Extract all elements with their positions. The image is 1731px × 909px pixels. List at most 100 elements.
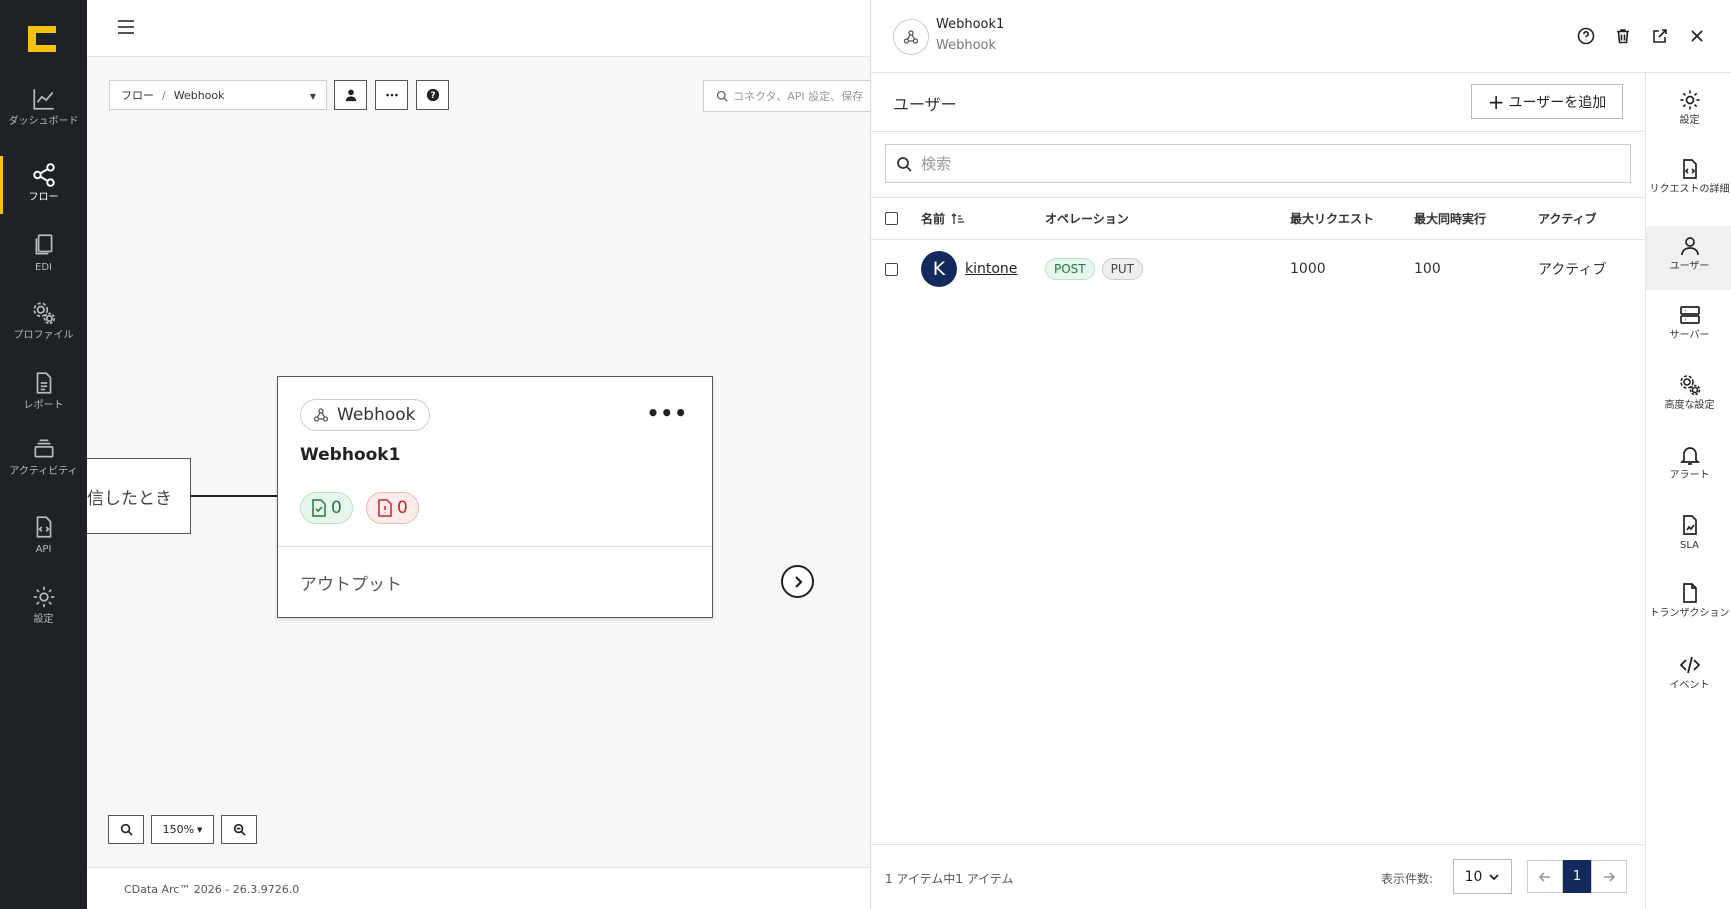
menu-icon[interactable] (118, 20, 134, 34)
per-page-label: 表示件数: (1381, 872, 1434, 886)
chart-document-icon (1682, 515, 1697, 535)
user-name-cell: K kintone (921, 241, 1017, 297)
panel-subtitle: Webhook (936, 38, 997, 53)
nav-item-activity[interactable]: アクティビティ (0, 432, 87, 500)
next-page-button[interactable] (1591, 860, 1627, 893)
activity-icon (33, 439, 54, 458)
nav-item-label: 設定 (33, 614, 54, 625)
row-checkbox[interactable] (885, 262, 898, 276)
nav-item-label: フロー (28, 192, 59, 203)
rail-tab-server[interactable]: サーバー (1646, 295, 1731, 359)
panel-title: Webhook1 (936, 17, 1005, 32)
connector-type-chip: Webhook (300, 399, 431, 431)
operations-cell: POST PUT (1045, 241, 1150, 297)
column-header-operation: オペレーション (1045, 198, 1129, 239)
code-icon (1679, 656, 1700, 674)
user-button[interactable] (334, 80, 367, 110)
top-bar (87, 0, 870, 57)
file-check-icon (312, 499, 326, 517)
chart-line-icon (32, 89, 54, 110)
add-user-button[interactable]: + ユーザーを追加 (1471, 84, 1623, 119)
user-search-input[interactable]: 検索 (885, 144, 1631, 183)
zoom-out-icon (233, 823, 246, 836)
breadcrumb-root[interactable]: フロー (121, 87, 154, 103)
column-header-name[interactable]: 名前 (921, 198, 965, 239)
success-count-badge[interactable]: 0 (300, 492, 353, 524)
trash-icon[interactable] (1613, 26, 1633, 46)
rail-tab-label: アラート (1669, 470, 1710, 481)
zoom-level-select[interactable]: 150% ▼ (151, 815, 214, 844)
document-icon (1682, 583, 1697, 603)
rail-tab-sla[interactable]: SLA (1646, 505, 1731, 569)
gear-icon (33, 586, 54, 608)
breadcrumb-current: Webhook (173, 88, 225, 102)
rail-tab-request-details[interactable]: リクエストの詳細 (1646, 149, 1731, 213)
active-status-cell: アクティブ (1538, 262, 1607, 278)
per-page-select[interactable]: 10 (1453, 859, 1512, 894)
webhook-node[interactable]: Webhook ••• Webhook1 0 0 アウトプット (277, 376, 713, 618)
node-divider (278, 546, 712, 547)
breadcrumb[interactable]: フロー / Webhook ▼ (109, 80, 327, 110)
rail-tab-advanced[interactable]: 高度な設定 (1646, 365, 1731, 429)
rail-tab-label: ユーザー (1669, 261, 1710, 272)
nav-item-flow[interactable]: フロー (0, 156, 87, 226)
node-output-label: アウトプット (300, 575, 402, 595)
help-icon[interactable] (1576, 26, 1596, 46)
column-label: 最大リクエスト (1290, 212, 1375, 226)
nav-item-edi[interactable]: EDI (0, 228, 87, 296)
table-row[interactable]: K kintone POST PUT 1000 100 アクティブ (871, 241, 1645, 297)
rail-tab-transactions[interactable]: トランザクション (1646, 573, 1731, 637)
chevron-down-icon: ▼ (197, 825, 203, 834)
output-port-button[interactable] (781, 565, 814, 598)
select-all-checkbox[interactable] (885, 212, 898, 225)
avatar: K (921, 251, 957, 287)
canvas-search-placeholder: コネクタ、API 設定、保存 (733, 90, 864, 103)
user-name-link[interactable]: kintone (965, 261, 1017, 277)
rail-tab-events[interactable]: イベント (1646, 645, 1731, 709)
zoom-in-button[interactable] (108, 815, 144, 844)
zoom-out-button[interactable] (221, 815, 257, 844)
column-label: 名前 (921, 212, 946, 226)
rail-tab-label: リクエストの詳細 (1649, 184, 1730, 195)
nav-item-dashboard[interactable]: ダッシュボード (0, 82, 87, 150)
open-external-icon[interactable] (1650, 26, 1670, 46)
search-placeholder: 検索 (921, 155, 952, 173)
item-count-text: 1 アイテム中1 アイテム (885, 872, 1014, 886)
rail-tab-settings[interactable]: 設定 (1646, 80, 1731, 144)
trigger-node-label: 信したとき (87, 488, 172, 509)
column-header-max-requests: 最大リクエスト (1290, 198, 1374, 239)
more-options-button[interactable] (375, 80, 408, 110)
nav-item-settings[interactable]: 設定 (0, 580, 87, 648)
error-count-badge[interactable]: 0 (366, 492, 419, 524)
rail-tab-alerts[interactable]: アラート (1646, 435, 1731, 499)
column-label: オペレーション (1045, 212, 1129, 226)
rail-tab-users[interactable]: ユーザー (1646, 226, 1731, 290)
flow-canvas[interactable]: フロー / Webhook ▼ ? コネクタ、API 設定、保存 信したとき W… (87, 0, 883, 909)
sort-ascending-icon[interactable] (951, 212, 965, 226)
api-icon (36, 516, 51, 538)
connector-panel: Webhook1 Webhook ユーザー + ユーザーを追加 検索 名前 オペ… (870, 0, 1731, 909)
trigger-node[interactable]: 信したとき (87, 458, 191, 534)
nav-item-label: ダッシュボード (8, 116, 79, 127)
max-concurrent-cell: 100 (1414, 261, 1441, 277)
rail-tab-label: サーバー (1669, 330, 1710, 341)
nav-item-profile[interactable]: プロファイル (0, 296, 87, 364)
gear-icon (1680, 90, 1699, 110)
help-button[interactable]: ? (416, 80, 449, 110)
operation-tag: POST (1045, 258, 1095, 280)
gears-icon (32, 302, 55, 325)
code-document-icon (1682, 159, 1697, 179)
nav-item-api[interactable]: API (0, 510, 87, 578)
column-label: 最大同時実行 (1414, 212, 1487, 226)
previous-page-button[interactable] (1527, 860, 1563, 893)
cdata-logo-icon[interactable] (26, 24, 58, 54)
close-icon[interactable] (1687, 26, 1707, 46)
chevron-down-icon: ▼ (309, 92, 316, 101)
zoom-level-value: 150% (162, 823, 195, 836)
canvas-search-input[interactable]: コネクタ、API 設定、保存 (703, 80, 883, 112)
node-menu-button[interactable]: ••• (647, 401, 688, 425)
nav-item-report[interactable]: レポート (0, 366, 87, 434)
page-button[interactable]: 1 (1563, 860, 1591, 893)
ellipsis-icon (385, 93, 398, 97)
breadcrumb-separator: / (162, 88, 166, 102)
